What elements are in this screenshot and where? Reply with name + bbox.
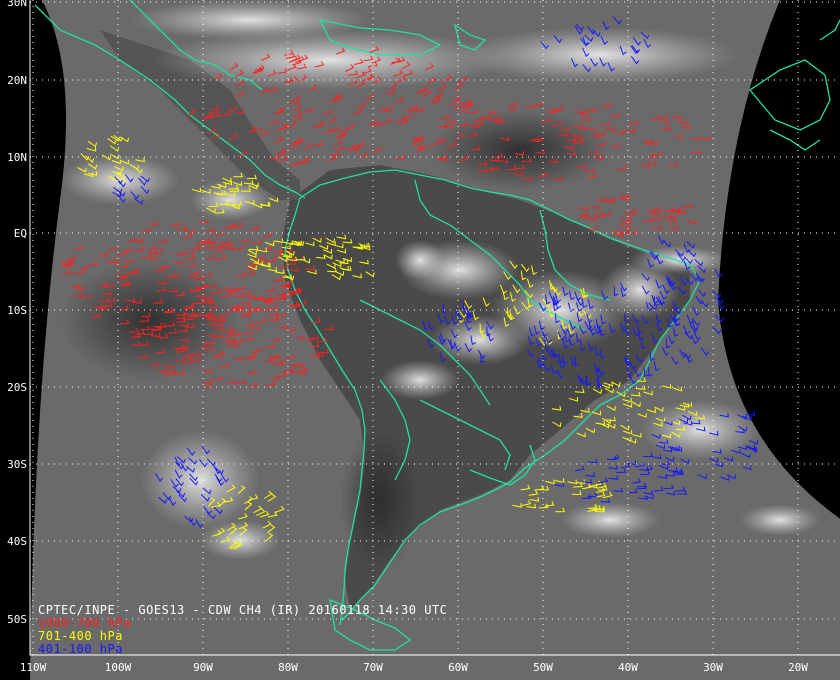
- legend-mid-level: 701-400 hPa: [38, 629, 123, 643]
- longitude-label: 70W: [363, 661, 383, 674]
- image-title: CPTEC/INPE - GOES13 - CDW CH4 (IR) 20160…: [38, 603, 448, 617]
- latitude-label: 20N: [7, 74, 27, 87]
- satellite-disk: [30, 0, 840, 680]
- latitude-label: 30N: [7, 0, 27, 9]
- longitude-label: 50W: [533, 661, 553, 674]
- legend-high-level: 401-100 hPa: [38, 642, 123, 656]
- longitude-label: 40W: [618, 661, 638, 674]
- longitude-label: 20W: [788, 661, 808, 674]
- latitude-label: EQ: [14, 227, 27, 240]
- latitude-label: 40S: [7, 535, 27, 548]
- longitude-label: 60W: [448, 661, 468, 674]
- latitude-label: 50S: [7, 613, 27, 626]
- longitude-label: 110W: [20, 661, 47, 674]
- latitude-label: 30S: [7, 458, 27, 471]
- latitude-label: 10S: [7, 304, 27, 317]
- latitude-label: 20S: [7, 381, 27, 394]
- longitude-label: 80W: [278, 661, 298, 674]
- latitude-label: 10N: [7, 151, 27, 164]
- longitude-label: 90W: [193, 661, 213, 674]
- legend-low-level: 1000-700 hPa: [38, 616, 131, 630]
- satellite-map: 30N 20N 10N EQ 10S 20S 30S 40S 50S 110W 100W 90W 80W…: [0, 0, 840, 680]
- longitude-label: 30W: [703, 661, 723, 674]
- longitude-label: 100W: [105, 661, 132, 674]
